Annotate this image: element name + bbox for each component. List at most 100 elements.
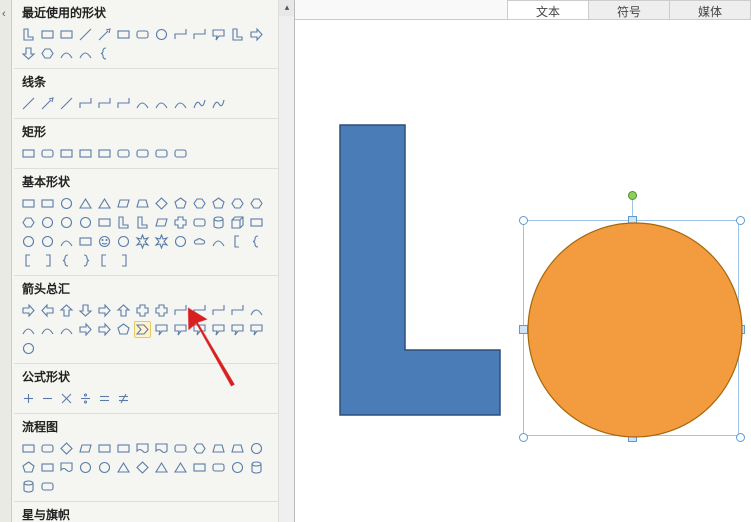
shape-textbox-v-icon[interactable] [39,195,56,212]
shape-offpage-icon[interactable] [20,459,37,476]
shape-curve-icon[interactable] [134,95,151,112]
shape-snip2-icon[interactable] [77,145,94,162]
shape-no-icon[interactable] [39,233,56,250]
shape-tri-icon[interactable] [77,195,94,212]
shape-lup-icon[interactable] [210,302,227,319]
shape-card-icon[interactable] [39,459,56,476]
shape-diamond-icon[interactable] [153,195,170,212]
shape-rarrow-icon[interactable] [20,302,37,319]
shape-larrow-icon[interactable] [39,302,56,319]
shape-data-icon[interactable] [77,440,94,457]
shape-callout-icon[interactable] [210,26,227,43]
shape-uarrow-icon[interactable] [58,302,75,319]
shape-cube-icon[interactable] [229,214,246,231]
shape-dec-icon[interactable] [248,195,265,212]
shape-hex-icon[interactable] [191,195,208,212]
shape-multidoc-icon[interactable] [153,440,170,457]
shape-round2-icon[interactable] [134,145,151,162]
shape-l-icon[interactable] [20,26,37,43]
shape-alt-icon[interactable] [39,440,56,457]
shape-doc-icon[interactable] [134,440,151,457]
shape-oval-icon[interactable] [58,195,75,212]
shape-lbrace-icon[interactable] [96,45,113,62]
shape-merge-icon[interactable] [172,459,189,476]
circle-shape-object[interactable] [525,220,745,440]
shape-predef-icon[interactable] [96,440,113,457]
shape-arc-icon[interactable] [77,45,94,62]
shape-darrow-icon[interactable] [20,45,37,62]
shape-prep-icon[interactable] [191,440,208,457]
shape-curved-r-icon[interactable] [248,302,265,319]
shape-quadcallout-icon[interactable] [248,321,265,338]
shape-arrow-icon[interactable] [39,95,56,112]
shape-minus-icon[interactable] [39,390,56,407]
shape-lbracket-icon[interactable] [20,252,37,269]
shape-curve-arrow-icon[interactable] [153,95,170,112]
shape-uturn-icon[interactable] [191,302,208,319]
shape-seq-access-icon[interactable] [229,459,246,476]
shape-pie-icon[interactable] [39,214,56,231]
shape-textbox-icon[interactable] [39,26,56,43]
shape-diag-stripe-icon[interactable] [153,214,170,231]
shape-oval-icon[interactable] [153,26,170,43]
shape-rect-icon[interactable] [115,26,132,43]
shape-notched-icon[interactable] [96,321,113,338]
shape-can-icon[interactable] [210,214,227,231]
shape-or-icon[interactable] [96,459,113,476]
shape-decision-icon[interactable] [58,440,75,457]
shape-fold-icon[interactable] [77,233,94,250]
shape-plaque-icon[interactable] [191,214,208,231]
shape-l-icon[interactable] [134,214,151,231]
shape-elbow-icon[interactable] [77,95,94,112]
shape-tear-icon[interactable] [77,214,94,231]
shape-bent-up-icon[interactable] [229,302,246,319]
shape-heart-icon[interactable] [115,233,132,250]
shape-freeform-icon[interactable] [191,95,208,112]
shape-pent-icon[interactable] [172,195,189,212]
shape-internal-icon[interactable] [115,440,132,457]
shape-rect-icon[interactable] [20,145,37,162]
shape-rcallout-icon[interactable] [153,321,170,338]
shape-manual-input-icon[interactable] [210,440,227,457]
shape-cross-icon[interactable] [172,214,189,231]
shape-lightning-icon[interactable] [134,233,151,250]
rotation-handle[interactable] [628,191,637,200]
shape-conn2-icon[interactable] [191,26,208,43]
shape-line-icon[interactable] [20,95,37,112]
shape-elbow-double-icon[interactable] [115,95,132,112]
shape-rbracket-icon[interactable] [39,252,56,269]
shape-sun-icon[interactable] [153,233,170,250]
shape-textbox-icon[interactable] [20,195,37,212]
shape-line-icon[interactable] [77,26,94,43]
shape-trap-icon[interactable] [134,195,151,212]
shape-oct-icon[interactable] [229,195,246,212]
shape-lrcallout-icon[interactable] [229,321,246,338]
shape-neq-icon[interactable] [115,390,132,407]
shape-curve-icon[interactable] [58,45,75,62]
tab-text[interactable]: 文本 [507,0,589,19]
shape-terminator-icon[interactable] [172,440,189,457]
shape-moon-icon[interactable] [172,233,189,250]
shape-udarrow-icon[interactable] [115,302,132,319]
shape-snip-diag-icon[interactable] [96,145,113,162]
shape-rbrace-icon[interactable] [77,252,94,269]
shape-dcallout-icon[interactable] [172,321,189,338]
shape-double-icon[interactable] [58,95,75,112]
shape-conn1-icon[interactable] [172,26,189,43]
shape-rrect-icon[interactable] [134,26,151,43]
shape-rparen-icon[interactable] [115,252,132,269]
panel-collapse-handle[interactable] [0,0,12,522]
shape-block-arc-icon[interactable] [58,233,75,250]
shape-arc-icon[interactable] [210,233,227,250]
shape-dbrace-icon[interactable] [248,233,265,250]
shape-dbracket-icon[interactable] [229,233,246,250]
shape-curved-d-icon[interactable] [58,321,75,338]
shape-half-frame-icon[interactable] [115,214,132,231]
shape-div-icon[interactable] [77,390,94,407]
shape-l2-icon[interactable] [229,26,246,43]
shape-round-snip-icon[interactable] [172,145,189,162]
shape-direct-icon[interactable] [248,459,265,476]
shape-curved-u-icon[interactable] [39,321,56,338]
shape-snip1-icon[interactable] [58,145,75,162]
shape-chord-icon[interactable] [58,214,75,231]
